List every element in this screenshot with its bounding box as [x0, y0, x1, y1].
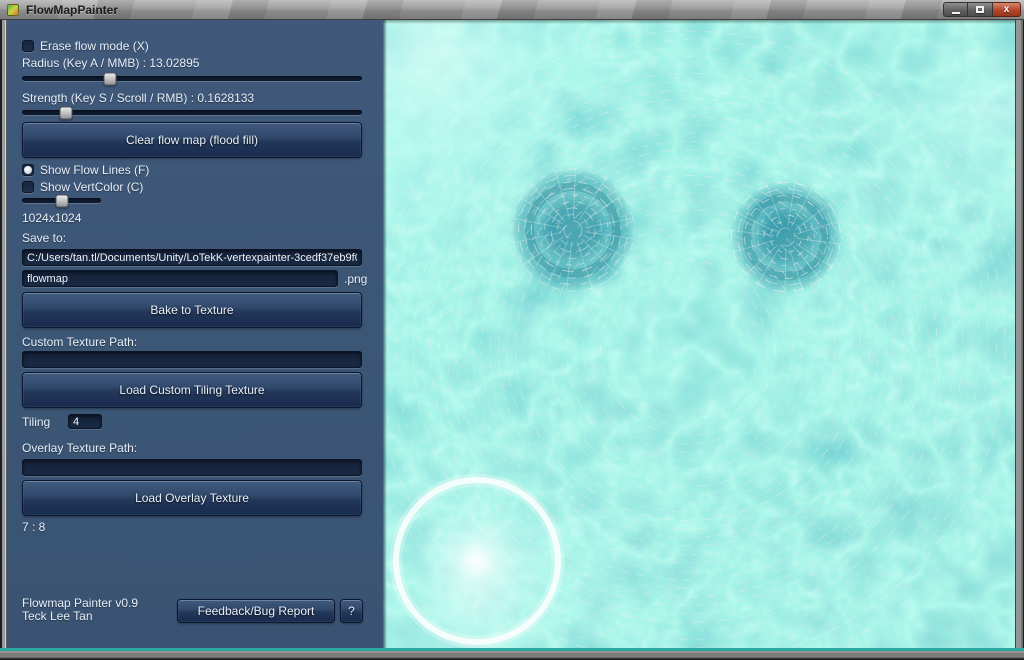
- bake-to-texture-button[interactable]: Bake to Texture: [22, 292, 362, 328]
- water-texture: [383, 20, 1015, 648]
- resolution-label: 1024x1024: [22, 211, 81, 225]
- ratio-label: 7 : 8: [22, 520, 45, 534]
- minimize-button[interactable]: [943, 2, 968, 17]
- save-path-input[interactable]: [22, 249, 362, 266]
- load-overlay-texture-label: Load Overlay Texture: [135, 491, 249, 505]
- app-window: FlowMapPainter x Erase flow mode (X) Rad…: [0, 0, 1024, 660]
- radius-slider-track[interactable]: [22, 76, 362, 81]
- radius-slider-handle[interactable]: [104, 72, 117, 85]
- show-vertcolor-checkbox[interactable]: [22, 181, 34, 193]
- load-custom-tiling-texture-label: Load Custom Tiling Texture: [119, 383, 264, 397]
- radius-label: Radius (Key A / MMB) : 13.02895: [22, 56, 199, 70]
- window-frame-left: [0, 20, 7, 648]
- credits-line2: Teck Lee Tan: [22, 610, 138, 623]
- filename-input[interactable]: [22, 270, 338, 287]
- erase-flow-mode-checkbox[interactable]: [22, 40, 34, 52]
- show-vertcolor-label: Show VertColor (C): [40, 180, 143, 194]
- extension-label: .png: [344, 272, 367, 286]
- tiling-label: Tiling: [22, 415, 50, 429]
- overlay-texture-path-input[interactable]: [22, 459, 362, 476]
- overlay-texture-path-label: Overlay Texture Path:: [22, 441, 137, 455]
- credits-text: Flowmap Painter v0.9 Teck Lee Tan: [22, 597, 138, 623]
- tiling-input[interactable]: [68, 414, 102, 429]
- window-frame-bottom: [0, 648, 1024, 660]
- strength-label: Strength (Key S / Scroll / RMB) : 0.1628…: [22, 91, 254, 105]
- bake-to-texture-label: Bake to Texture: [150, 303, 233, 317]
- load-overlay-texture-button[interactable]: Load Overlay Texture: [22, 480, 362, 516]
- title-bar[interactable]: FlowMapPainter x: [0, 0, 1024, 20]
- help-icon: ?: [348, 604, 355, 618]
- strength-slider-handle[interactable]: [60, 106, 73, 119]
- radius-slider[interactable]: [22, 72, 362, 85]
- window-controls: x: [943, 2, 1021, 17]
- strength-slider[interactable]: [22, 106, 362, 119]
- maximize-button[interactable]: [968, 2, 993, 17]
- erase-flow-mode-label: Erase flow mode (X): [40, 39, 149, 53]
- show-flow-lines-label: Show Flow Lines (F): [40, 163, 149, 177]
- custom-texture-path-label: Custom Texture Path:: [22, 335, 137, 349]
- close-button[interactable]: x: [993, 2, 1021, 17]
- paint-canvas[interactable]: [383, 20, 1015, 648]
- custom-texture-path-input[interactable]: [22, 351, 362, 368]
- help-button[interactable]: ?: [340, 599, 363, 623]
- clear-flow-map-label: Clear flow map (flood fill): [126, 133, 258, 147]
- window-title: FlowMapPainter: [26, 0, 118, 20]
- resolution-slider[interactable]: [22, 194, 101, 207]
- resolution-slider-handle[interactable]: [56, 194, 69, 207]
- show-flow-lines-checkbox[interactable]: [22, 164, 34, 176]
- app-icon: [7, 4, 19, 16]
- load-custom-tiling-texture-button[interactable]: Load Custom Tiling Texture: [22, 372, 362, 408]
- save-to-label: Save to:: [22, 231, 66, 245]
- minimize-icon: [952, 12, 960, 14]
- close-icon: x: [1004, 5, 1010, 15]
- brush-cursor: [396, 480, 558, 642]
- clear-flow-map-button[interactable]: Clear flow map (flood fill): [22, 122, 362, 158]
- feedback-bug-report-button[interactable]: Feedback/Bug Report: [177, 599, 335, 623]
- tool-sidebar: Erase flow mode (X) Radius (Key A / MMB)…: [7, 20, 383, 648]
- feedback-bug-report-label: Feedback/Bug Report: [198, 604, 315, 618]
- strength-slider-track[interactable]: [22, 110, 362, 115]
- maximize-icon: [976, 6, 984, 13]
- window-frame-right: [1015, 20, 1024, 648]
